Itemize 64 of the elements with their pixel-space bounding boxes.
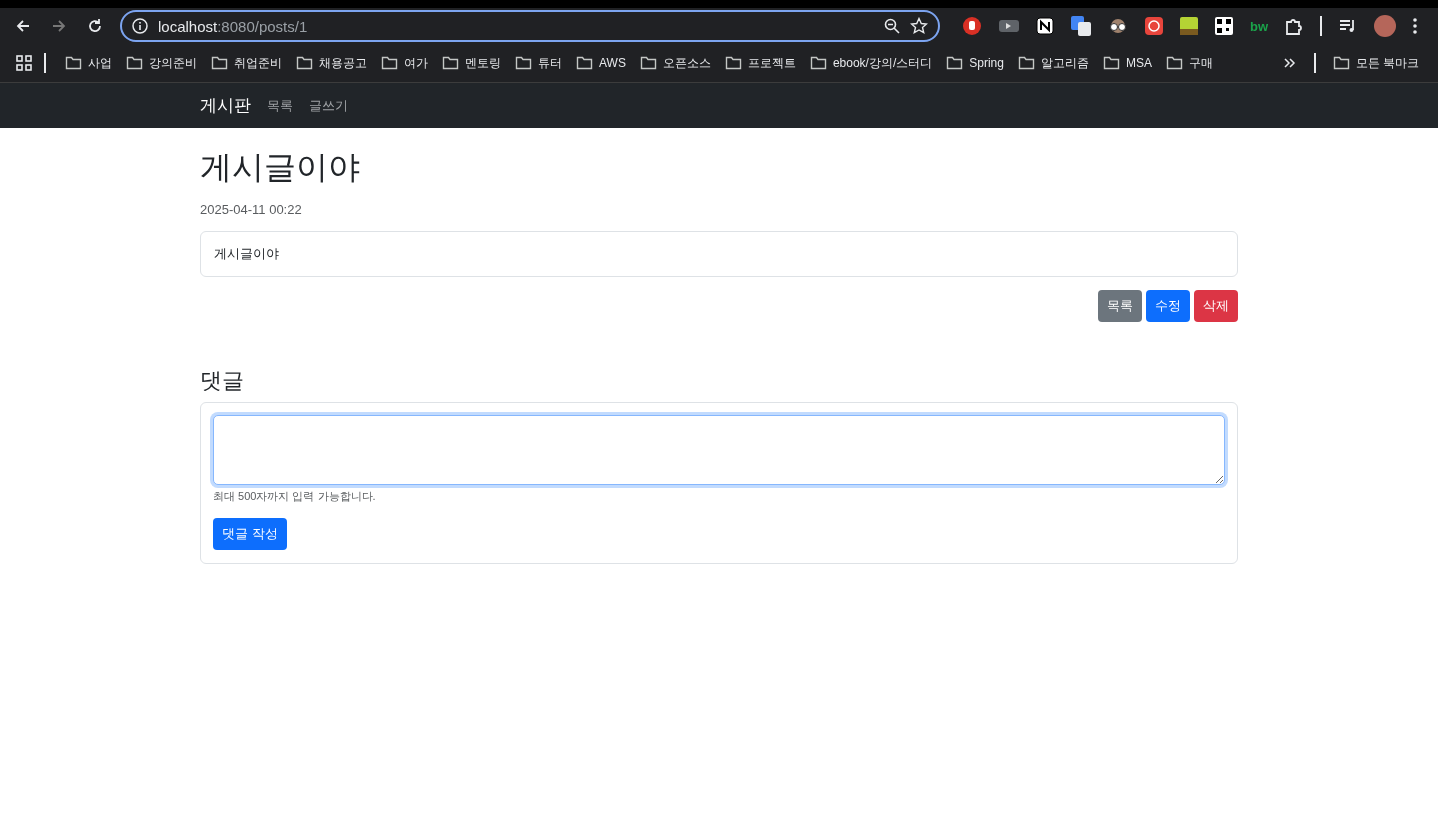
folder-icon: [1017, 56, 1035, 70]
folder-icon: [639, 56, 657, 70]
folder-icon: [381, 56, 398, 70]
bookmark-label[interactable]: Spring: [969, 56, 1004, 70]
apps-grid-icon[interactable]: [16, 55, 32, 71]
qr-code-icon[interactable]: [1215, 17, 1233, 35]
action-button[interactable]: 삭제: [1194, 290, 1238, 322]
nav-link[interactable]: 목록: [267, 96, 293, 115]
folder-icon: [296, 56, 313, 70]
bookmark-label[interactable]: 프로젝트: [747, 54, 796, 72]
avatar[interactable]: [1374, 15, 1397, 37]
folder-icon: [946, 56, 964, 70]
bookmark-label[interactable]: 취업준비: [234, 54, 282, 72]
folder-icon: [126, 56, 143, 70]
folder-icon: [809, 56, 827, 70]
nav-link[interactable]: 글쓰기: [309, 96, 348, 115]
info-icon[interactable]: [132, 18, 148, 34]
notion-icon[interactable]: [1036, 17, 1054, 35]
action-button[interactable]: 목록: [1098, 290, 1142, 322]
comment-input-field[interactable]: [213, 415, 1225, 485]
folder-icon: [1102, 56, 1120, 70]
star-icon[interactable]: [910, 17, 928, 35]
post-date: 2025-04-11 00:22: [200, 202, 303, 217]
folder-icon: [211, 56, 228, 70]
folder-icon: [65, 56, 82, 70]
bookmark-label[interactable]: 오픈소스: [662, 54, 711, 72]
post-body: 게시글이야: [200, 231, 1238, 277]
zoom-icon[interactable]: [884, 18, 900, 34]
back-arrow-icon[interactable]: [15, 18, 31, 34]
extension-logo[interactable]: bw: [1250, 18, 1269, 34]
bookmark-label[interactable]: 구매: [1188, 54, 1213, 72]
bookmark-label[interactable]: 튜터: [538, 54, 562, 72]
bookmark-label[interactable]: MSA: [1125, 56, 1152, 70]
video-icon[interactable]: [999, 18, 1019, 34]
bookmark-label[interactable]: 여가: [404, 54, 428, 72]
bookmark-label[interactable]: 강의준비: [149, 54, 197, 72]
url-path: :8080/posts/1: [217, 17, 308, 35]
bookmark-label[interactable]: 알고리즘: [1040, 54, 1089, 72]
folder-icon: [576, 56, 593, 70]
glasses-icon[interactable]: [1108, 18, 1128, 34]
puzzle-icon[interactable]: [1285, 17, 1304, 35]
more-menu-icon[interactable]: [1413, 18, 1418, 34]
folder-icon: [442, 56, 459, 70]
comment-submit-button[interactable]: 댓글 작성: [213, 518, 287, 550]
action-button[interactable]: 수정: [1146, 290, 1190, 322]
folder-icon: [724, 56, 742, 70]
bookmark-label[interactable]: 모든 북마크: [1355, 54, 1419, 72]
url-host: localhost: [158, 17, 218, 35]
reload-icon[interactable]: [87, 18, 103, 34]
comment-hint: 최대 500자까지 입력 가능합니다.: [213, 489, 377, 504]
address-bar[interactable]: localhost:8080/posts/1: [120, 10, 940, 42]
folder-icon: [515, 56, 532, 70]
chevron-double-icon[interactable]: [1283, 57, 1296, 69]
bookmark-label[interactable]: AWS: [599, 56, 626, 70]
bookmark-label[interactable]: 사업: [88, 54, 112, 72]
forward-arrow-icon[interactable]: [51, 18, 67, 34]
bookmark-label[interactable]: 멘토링: [465, 54, 501, 72]
bookmark-label[interactable]: ebook/강의/스터디: [832, 54, 933, 72]
bookmark-label[interactable]: 채용공고: [319, 54, 367, 72]
folder-icon: [1332, 56, 1350, 70]
comments-heading: 댓글: [200, 367, 245, 395]
navbar-brand[interactable]: 게시판: [200, 94, 251, 117]
post-title: 게시글이야: [200, 148, 361, 187]
folder-icon: [1165, 56, 1183, 70]
